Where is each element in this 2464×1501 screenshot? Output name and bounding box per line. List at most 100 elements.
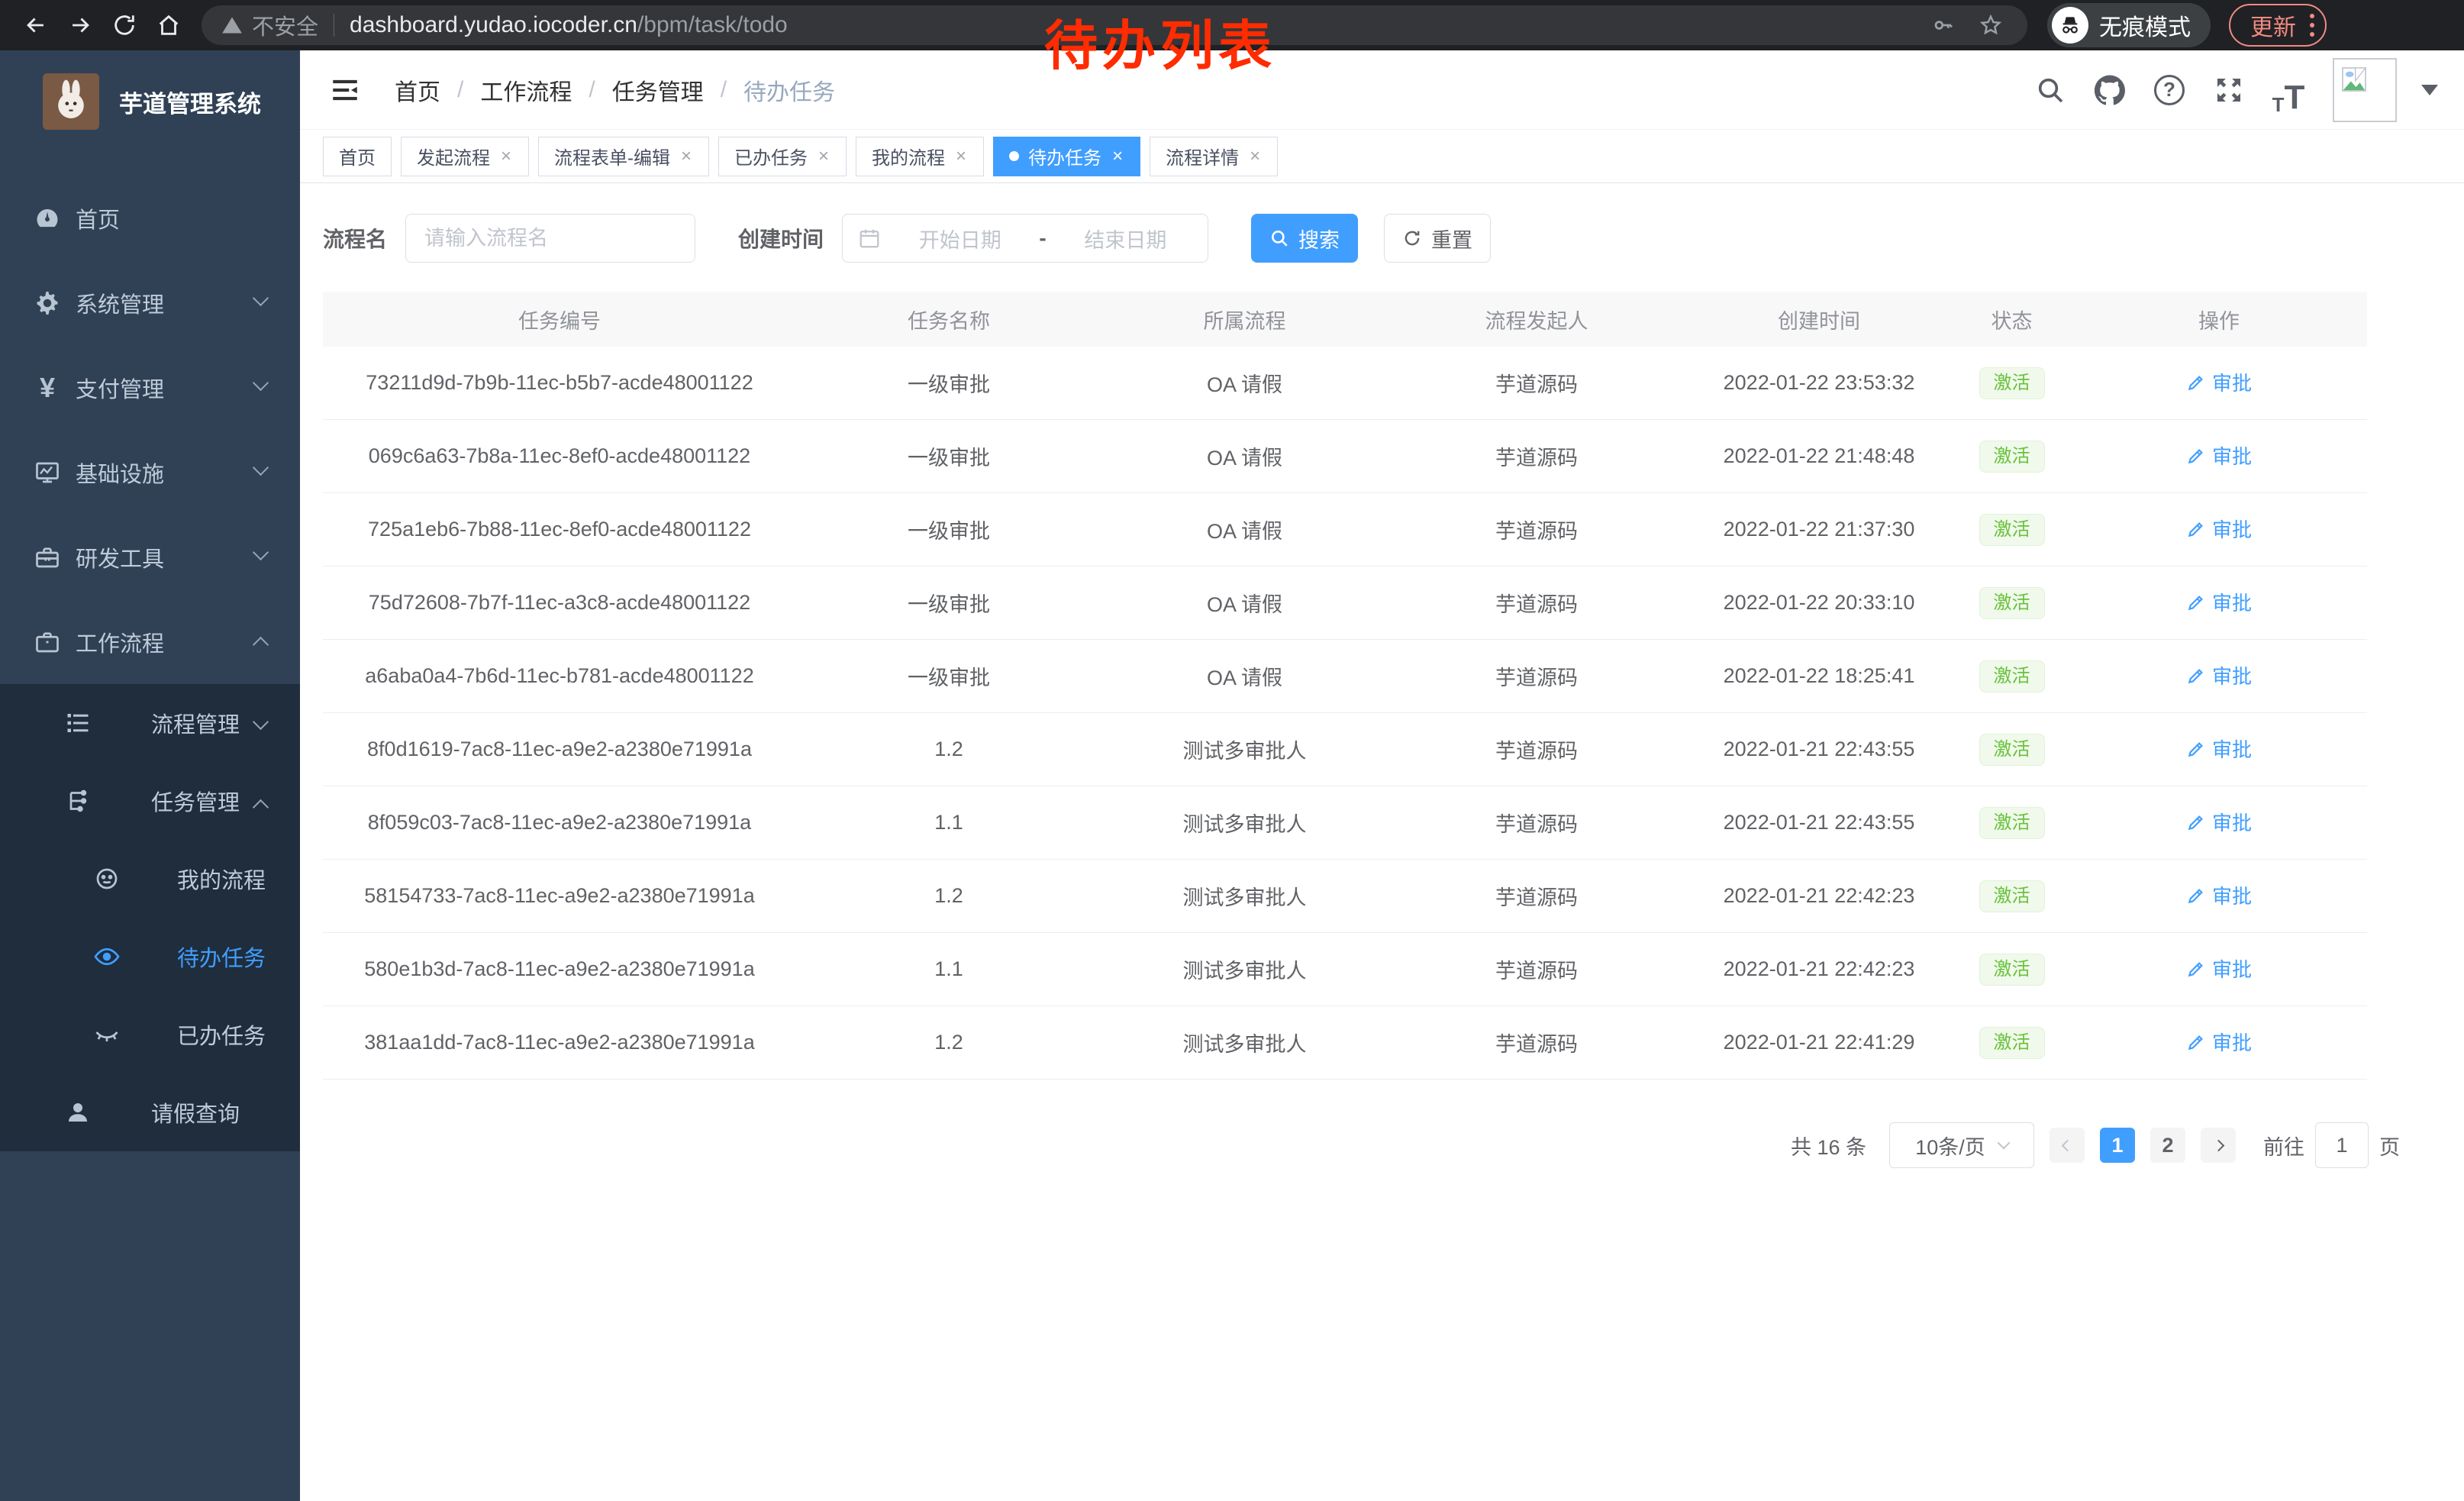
forward-arrow-icon (67, 12, 93, 38)
sidebar-item-payment[interactable]: ¥ 支付管理 (0, 345, 300, 430)
approve-link[interactable]: 审批 (2186, 1028, 2252, 1056)
github-button[interactable] (2085, 66, 2134, 115)
next-page-button[interactable] (2201, 1128, 2236, 1163)
table-row: 8f059c03-7ac8-11ec-a9e2-a2380e71991a 1.1… (323, 786, 2367, 860)
sidebar-item-system[interactable]: 系统管理 (0, 260, 300, 345)
list-tree-icon (63, 708, 93, 738)
star-icon (1979, 14, 2002, 37)
process-name-input[interactable] (405, 214, 695, 263)
cell-task-name: 一级审批 (796, 368, 1101, 398)
browser-menu-dots-icon[interactable] (2310, 14, 2314, 37)
process-name-label: 流程名 (323, 223, 387, 253)
breadcrumb: 首页 / 工作流程 / 任务管理 / 待办任务 (395, 73, 835, 107)
approve-link[interactable]: 审批 (2186, 954, 2252, 983)
tab-todo-tasks[interactable]: 待办任务× (993, 137, 1140, 176)
close-icon[interactable]: × (954, 147, 968, 166)
breadcrumb-home[interactable]: 首页 (395, 73, 440, 107)
approve-link[interactable]: 审批 (2186, 734, 2252, 763)
tab-process-form-edit[interactable]: 流程表单-编辑× (538, 137, 709, 176)
sidebar-item-leave-query[interactable]: 请假查询 (0, 1073, 300, 1151)
approve-link[interactable]: 审批 (2186, 661, 2252, 689)
approve-link[interactable]: 审批 (2186, 515, 2252, 543)
chevron-down-icon (253, 290, 269, 306)
page-button-2[interactable]: 2 (2150, 1128, 2185, 1163)
date-range-picker[interactable]: 开始日期 - 结束日期 (842, 214, 1208, 263)
cell-actions: 审批 (2071, 368, 2367, 398)
reset-button[interactable]: 重置 (1384, 214, 1491, 263)
tab-home[interactable]: 首页 (323, 137, 392, 176)
col-task-id: 任务编号 (323, 305, 796, 334)
help-button[interactable]: ? (2145, 66, 2194, 115)
cell-actions: 审批 (2071, 881, 2367, 911)
approve-link[interactable]: 审批 (2186, 368, 2252, 396)
active-tab-dot (1009, 151, 1019, 161)
cell-created: 2022-01-22 23:53:32 (1685, 371, 1953, 395)
tab-done-tasks[interactable]: 已办任务× (718, 137, 847, 176)
approve-link[interactable]: 审批 (2186, 881, 2252, 909)
table-row: a6aba0a4-7b6d-11ec-b781-acde48001122 一级审… (323, 640, 2367, 713)
update-button[interactable]: 更新 (2229, 4, 2327, 47)
browser-home-button[interactable] (147, 3, 191, 47)
sidebar-item-process-management[interactable]: 流程管理 (0, 684, 300, 762)
close-icon[interactable]: × (1248, 147, 1262, 166)
sidebar-item-infrastructure[interactable]: 基础设施 (0, 430, 300, 515)
sidebar-item-done-tasks[interactable]: 已办任务 (0, 996, 300, 1073)
sidebar-collapse-button[interactable] (326, 71, 364, 109)
url-bar[interactable]: 不安全 dashboard.yudao.iocoder.cn/bpm/task/… (202, 5, 2027, 45)
sidebar-item-todo-tasks[interactable]: 待办任务 (0, 918, 300, 996)
edit-pencil-icon (2186, 592, 2206, 612)
monitor-icon (32, 457, 63, 488)
user-avatar[interactable] (2333, 58, 2397, 122)
status-badge: 激活 (1979, 367, 2045, 399)
header-search-button[interactable] (2026, 66, 2075, 115)
table-row: 580e1b3d-7ac8-11ec-a9e2-a2380e71991a 1.1… (323, 933, 2367, 1006)
security-chip[interactable]: 不安全 (221, 9, 318, 41)
sidebar-item-home[interactable]: 首页 (0, 176, 300, 260)
page-size-select[interactable]: 10条/页 (1889, 1122, 2034, 1168)
approve-link[interactable]: 审批 (2186, 808, 2252, 836)
close-icon[interactable]: × (679, 147, 693, 166)
prev-page-button[interactable] (2050, 1128, 2085, 1163)
workflow-submenu: 流程管理 任务管理 我的流程 待办任务 已办 (0, 684, 300, 1151)
eye-icon (92, 941, 122, 972)
cell-process: 测试多审批人 (1101, 808, 1388, 838)
bookmark-star-button[interactable] (1974, 8, 2008, 42)
yen-icon: ¥ (32, 373, 63, 403)
page-content: 流程名 创建时间 开始日期 - 结束日期 搜索 (300, 183, 2464, 1501)
sidebar-item-my-process[interactable]: 我的流程 (0, 840, 300, 918)
approve-link[interactable]: 审批 (2186, 588, 2252, 616)
tab-start-process[interactable]: 发起流程× (401, 137, 529, 176)
browser-back-button[interactable] (14, 3, 58, 47)
chevron-up-icon (253, 637, 269, 653)
search-button[interactable]: 搜索 (1251, 214, 1358, 263)
close-icon[interactable]: × (499, 147, 513, 166)
fullscreen-button[interactable] (2204, 66, 2253, 115)
breadcrumb-task-management[interactable]: 任务管理 (612, 73, 704, 107)
browser-forward-button[interactable] (58, 3, 102, 47)
cell-status: 激活 (1953, 954, 2071, 986)
font-size-button[interactable]: TT (2264, 66, 2313, 115)
approve-link[interactable]: 审批 (2186, 441, 2252, 470)
user-menu-caret-icon[interactable] (2421, 85, 2438, 95)
broken-image-icon (2339, 64, 2369, 95)
sidebar-item-workflow[interactable]: 工作流程 (0, 599, 300, 684)
close-icon[interactable]: × (1111, 147, 1124, 166)
page-unit-label: 页 (2379, 1131, 2400, 1160)
close-icon[interactable]: × (817, 147, 830, 166)
tab-my-process[interactable]: 我的流程× (856, 137, 984, 176)
page-button-1[interactable]: 1 (2100, 1128, 2135, 1163)
url-path: /bpm/task/todo (637, 12, 788, 37)
sidebar-item-task-management[interactable]: 任务管理 (0, 762, 300, 840)
tab-process-detail[interactable]: 流程详情× (1150, 137, 1278, 176)
password-key-button[interactable] (1927, 8, 1960, 42)
status-badge: 激活 (1979, 1027, 2045, 1059)
cell-actions: 审批 (2071, 441, 2367, 471)
sidebar-item-dev-tools[interactable]: 研发工具 (0, 515, 300, 599)
cell-initiator: 芋道源码 (1388, 808, 1685, 838)
sidebar-logo-row[interactable]: 芋道管理系统 (0, 50, 300, 139)
goto-page-input[interactable] (2315, 1122, 2369, 1168)
cell-actions: 审批 (2071, 954, 2367, 984)
breadcrumb-workflow[interactable]: 工作流程 (480, 73, 572, 107)
table-row: 069c6a63-7b8a-11ec-8ef0-acde48001122 一级审… (323, 420, 2367, 493)
browser-reload-button[interactable] (102, 3, 147, 47)
